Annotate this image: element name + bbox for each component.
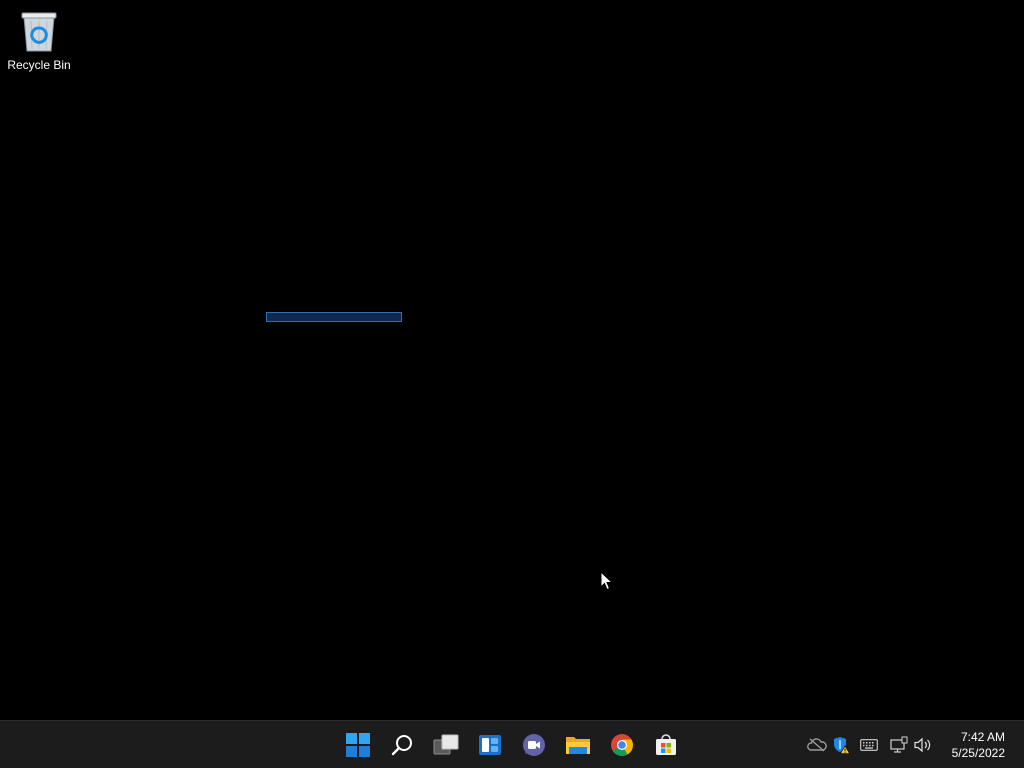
microsoft-store-button[interactable] bbox=[648, 727, 684, 763]
taskbar: 7:42 AM 5/25/2022 bbox=[0, 720, 1024, 768]
mouse-pointer-icon bbox=[600, 570, 614, 591]
file-explorer-button[interactable] bbox=[560, 727, 596, 763]
onedrive-icon[interactable] bbox=[806, 734, 828, 756]
widgets-icon bbox=[479, 735, 501, 755]
teams-chat-icon bbox=[523, 734, 545, 756]
store-icon bbox=[656, 734, 676, 755]
search-button[interactable] bbox=[384, 727, 420, 763]
clock-time: 7:42 AM bbox=[960, 730, 1005, 744]
volume-icon[interactable] bbox=[912, 734, 934, 756]
chat-button[interactable] bbox=[516, 727, 552, 763]
file-explorer-icon bbox=[566, 737, 590, 754]
network-icon[interactable] bbox=[888, 734, 910, 756]
widgets-button[interactable] bbox=[472, 727, 508, 763]
task-view-icon bbox=[433, 734, 459, 755]
chrome-button[interactable] bbox=[604, 727, 640, 763]
clock-date: 5/25/2022 bbox=[951, 746, 1005, 760]
system-tray bbox=[806, 721, 934, 768]
search-icon bbox=[391, 735, 412, 756]
chrome-icon bbox=[611, 734, 633, 756]
desktop[interactable]: Recycle Bin bbox=[0, 0, 1024, 720]
recycle-bin-shortcut[interactable]: Recycle Bin bbox=[4, 6, 74, 76]
start-button[interactable] bbox=[340, 727, 376, 763]
recycle-bin-label: Recycle Bin bbox=[7, 58, 71, 72]
keyboard-icon[interactable] bbox=[858, 734, 880, 756]
windows-start-icon bbox=[346, 733, 370, 757]
recycle-bin-icon bbox=[19, 9, 59, 53]
task-view-button[interactable] bbox=[428, 727, 464, 763]
drag-selection-rectangle bbox=[266, 312, 402, 322]
clock[interactable]: 7:42 AM 5/25/2022 bbox=[952, 729, 1005, 761]
security-shield-warning-icon[interactable] bbox=[830, 734, 852, 756]
